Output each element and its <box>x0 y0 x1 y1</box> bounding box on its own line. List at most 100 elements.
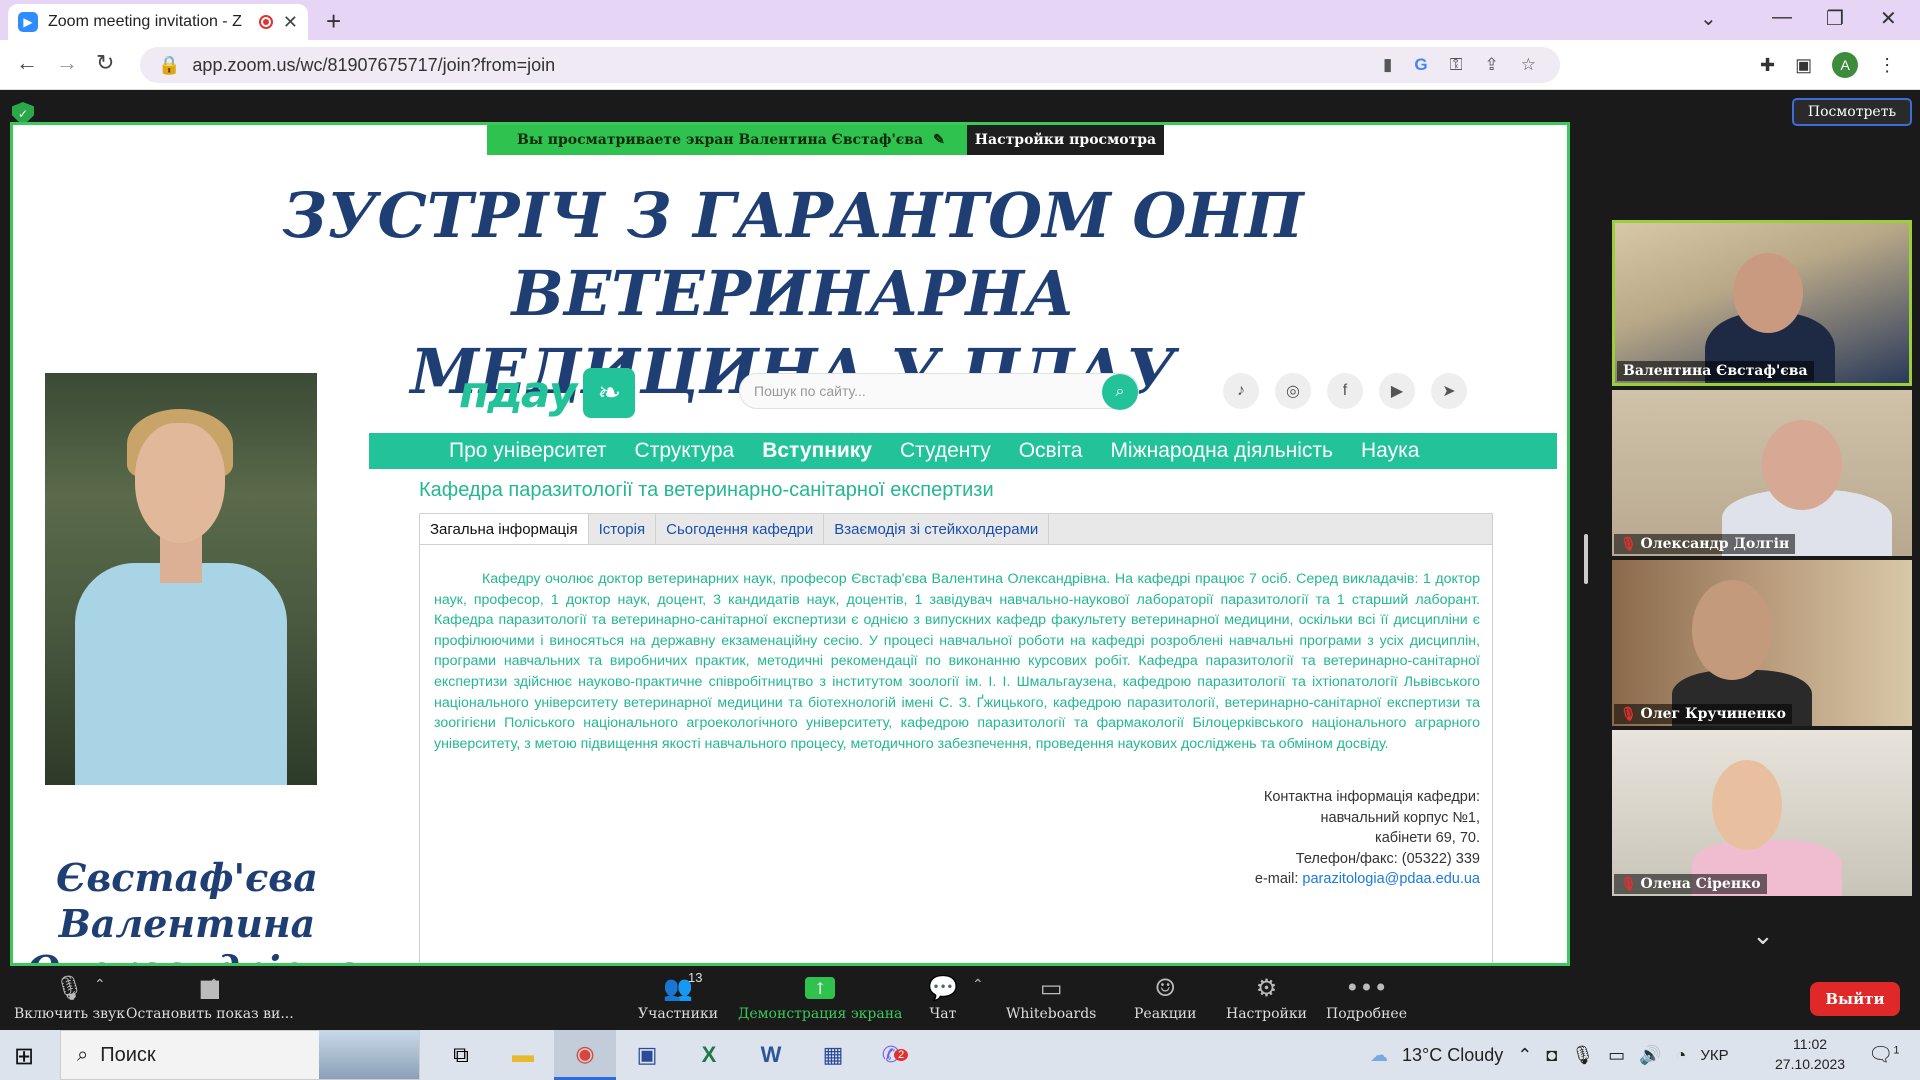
chat-button[interactable]: 💬 Чат <box>928 966 958 1030</box>
battery-icon[interactable]: ▭ <box>1608 1045 1625 1066</box>
participant-label: 🎙 Олена Сіренко <box>1614 874 1767 894</box>
close-window-button[interactable]: ✕ <box>1880 6 1897 31</box>
reactions-button[interactable]: ☺ Реакции <box>1134 966 1196 1030</box>
share-page-icon[interactable]: ⇪ <box>1485 55 1499 75</box>
unmute-button[interactable]: 🎙 Включить звук <box>14 966 125 1030</box>
google-icon[interactable]: G <box>1414 55 1427 75</box>
tab-search-icon[interactable]: ⌄ <box>1700 6 1717 31</box>
menu-item: Освіта <box>1018 439 1083 462</box>
more-button[interactable]: ••• Подробнее <box>1326 966 1407 1030</box>
contact-email-line: e-mail: parazitologia@pdaa.edu.ua <box>1255 869 1480 890</box>
contact-line: Телефон/факс: (05322) 339 <box>1295 850 1480 867</box>
menu-item: Вступнику <box>762 439 872 462</box>
microphone-icon[interactable]: 🎙 <box>1571 1045 1594 1066</box>
participant-label: Валентина Євстаф'єва <box>1617 361 1814 381</box>
video-tile[interactable]: Валентина Євстаф'єва <box>1612 220 1912 386</box>
contact-line: кабінети 69, 70. <box>1375 830 1480 846</box>
menu-item: Студенту <box>900 439 991 462</box>
excel-icon[interactable]: X <box>678 1030 740 1080</box>
taskbar-search-label: Поиск <box>100 1043 156 1066</box>
windows-start-icon[interactable]: ⊞ <box>14 1042 34 1071</box>
participants-button[interactable]: 👥 Участники <box>638 966 718 1030</box>
site-tab: Взаємодія зі стейкхолдерами <box>824 514 1050 544</box>
whiteboard-icon: ▭ <box>1039 974 1063 1002</box>
menu-dots-icon[interactable]: ⋮ <box>1878 55 1896 76</box>
network-icon[interactable]: ◔ <box>1676 1045 1687 1066</box>
email-label: e-mail: <box>1254 871 1299 887</box>
view-button[interactable]: Посмотреть <box>1792 98 1912 126</box>
participant-label: 🎙 Олександр Долгін <box>1614 534 1796 554</box>
chat-options-caret[interactable]: ⌃ <box>972 976 984 993</box>
menu-item: Міжнародна діяльність <box>1110 439 1333 462</box>
participants-label: Участники <box>638 1006 719 1022</box>
clock-date: 27.10.2023 <box>1775 1056 1846 1072</box>
facebook-icon: f <box>1327 373 1363 409</box>
chat-icon: 💬 <box>928 974 958 1002</box>
tray-chevron-icon[interactable]: ⌃ <box>1517 1045 1532 1066</box>
lock-icon: 🔒 <box>158 54 181 75</box>
video-options-caret[interactable]: ⌃ <box>208 976 220 993</box>
viber-icon[interactable]: ✆ 2 <box>864 1030 926 1080</box>
weather-icon[interactable]: ☁ <box>1370 1045 1388 1066</box>
profile-avatar[interactable]: A <box>1832 52 1859 78</box>
calculator-icon[interactable]: ▦ <box>802 1030 864 1080</box>
contact-info: Контактна інформація кафедри: навчальний… <box>1255 787 1480 890</box>
close-tab-icon[interactable]: ✕ <box>283 12 298 33</box>
search-icon: ⌕ <box>1102 374 1138 410</box>
participant-label: 🎙 Олег Кручиненко <box>1614 704 1792 724</box>
recording-icon <box>258 15 273 29</box>
site-logo: пдау ❧ <box>459 367 636 418</box>
file-explorer-icon[interactable]: ▬ <box>492 1030 554 1080</box>
gallery-scroll-down-icon[interactable]: ⌄ <box>1752 920 1774 951</box>
new-tab-button[interactable]: + <box>326 6 341 37</box>
language-indicator[interactable]: УКР <box>1700 1047 1728 1064</box>
speaker-name: Євстаф'єва Валентина Олександрівна <box>27 855 358 963</box>
weather-text[interactable]: 13°C Cloudy <box>1402 1045 1503 1066</box>
camera-blocked-icon[interactable]: ▮ <box>1383 55 1392 75</box>
contact-line: навчальний корпус №1, <box>1320 809 1481 826</box>
camera-icon[interactable]: ◘ <box>1546 1045 1557 1066</box>
site-tabs: Загальна інформація Історія Сьогодення к… <box>419 513 1493 545</box>
reload-icon[interactable]: ↻ <box>96 50 114 76</box>
split-drag-handle[interactable] <box>1584 534 1588 584</box>
video-tile[interactable]: 🎙 Олена Сіренко <box>1612 730 1912 896</box>
word-icon[interactable]: W <box>740 1030 802 1080</box>
banner-text: Вы просматриваете экран Валентина Євстаф… <box>517 132 924 148</box>
sidebar-icon[interactable]: ▣ <box>1795 55 1812 76</box>
volume-icon[interactable]: 🔊 <box>1639 1045 1661 1066</box>
name-line1: Євстаф'єва <box>56 855 318 900</box>
address-bar: ← → ↻ 🔒 app.zoom.us/wc/81907675717/join?… <box>0 40 1920 90</box>
video-tile[interactable]: 🎙 Олександр Долгін <box>1612 390 1912 556</box>
site-tab: Історія <box>589 514 657 544</box>
notifications-icon[interactable]: 🗨1 <box>1868 1042 1900 1067</box>
taskbar-search[interactable]: ⌕ Поиск <box>60 1030 420 1080</box>
video-tile[interactable]: 🎙 Олег Кручиненко <box>1612 560 1912 726</box>
forward-icon[interactable]: → <box>56 50 78 76</box>
speaker-photo <box>45 373 317 785</box>
url-field[interactable]: 🔒 app.zoom.us/wc/81907675717/join?from=j… <box>140 47 1560 83</box>
browser-tab-bar: ▶ Zoom meeting invitation - Z ✕ + ⌄ — ❐ … <box>0 0 1920 40</box>
leave-button[interactable]: Выйти <box>1810 982 1900 1016</box>
task-view-icon[interactable]: ⧉ <box>430 1030 492 1080</box>
bookmark-star-icon[interactable]: ☆ <box>1521 55 1536 75</box>
browser-tab[interactable]: ▶ Zoom meeting invitation - Z ✕ <box>8 4 308 40</box>
maximize-button[interactable]: ❐ <box>1826 6 1844 31</box>
share-screen-button[interactable]: ↑ Демонстрация экрана <box>738 966 902 1030</box>
stop-video-label: Остановить показ ви... <box>126 1006 294 1022</box>
audio-options-caret[interactable]: ⌃ <box>94 976 106 993</box>
chrome-icon[interactable]: ◉ <box>554 1030 616 1080</box>
clock[interactable]: 11:02 27.10.2023 <box>1775 1034 1845 1074</box>
back-icon[interactable]: ← <box>16 50 38 76</box>
system-tray: ☁ 13°C Cloudy ⌃ ◘ 🎙 ▭ 🔊 ◔ УКР <box>1370 1030 1729 1080</box>
minimize-button[interactable]: — <box>1772 6 1792 29</box>
whiteboards-button[interactable]: ▭ Whiteboards <box>1006 966 1096 1030</box>
participant-name: Олена Сіренко <box>1640 876 1761 892</box>
view-settings-button[interactable]: Настройки просмотра <box>966 125 1165 155</box>
whiteboards-label: Whiteboards <box>1006 1006 1097 1022</box>
extensions-icon[interactable]: ✚ <box>1760 55 1775 76</box>
key-icon[interactable]: ⚿ <box>1450 55 1463 75</box>
taskbar-apps: ⧉ ▬ ◉ ▣ X W ▦ ✆ 2 <box>430 1030 926 1080</box>
save-app-icon[interactable]: ▣ <box>616 1030 678 1080</box>
settings-button[interactable]: ⚙ Настройки <box>1226 966 1307 1030</box>
zoom-icon: ▶ <box>18 12 38 32</box>
